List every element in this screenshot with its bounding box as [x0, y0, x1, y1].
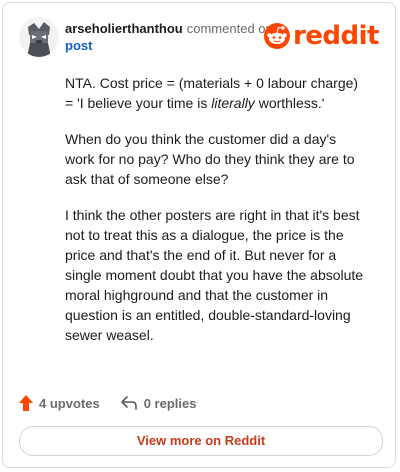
- upvotes-counter[interactable]: 4 upvotes: [19, 395, 100, 411]
- comment-footer: 4 upvotes 0 replies: [19, 392, 216, 414]
- replies-label: 0 replies: [143, 395, 197, 411]
- reddit-logo-icon: [263, 23, 290, 49]
- upvote-arrow-icon: [19, 395, 33, 411]
- comment-paragraph-2: When do you think the customer did a day…: [65, 131, 355, 187]
- paragraph-1-suffix: worthless.': [254, 95, 325, 111]
- comment-embed-card: arseholierthanthou commented on post redd…: [2, 2, 396, 468]
- comment-meta: arseholierthanthou commented on post: [65, 20, 273, 54]
- comment-paragraph-1: NTA. Cost price = (materials + 0 labour …: [65, 73, 365, 113]
- reply-arrow-icon: [120, 396, 137, 410]
- comment-header: arseholierthanthou commented on post redd…: [19, 17, 381, 57]
- reddit-brand[interactable]: reddit: [263, 21, 380, 51]
- post-link[interactable]: post: [65, 37, 273, 54]
- upvotes-label: 4 upvotes: [39, 395, 100, 411]
- emphasis-text: literally: [211, 95, 255, 111]
- comment-body: NTA. Cost price = (materials + 0 labour …: [65, 73, 365, 361]
- user-avatar-icon: [19, 17, 59, 57]
- replies-counter[interactable]: 0 replies: [120, 395, 197, 411]
- username-link[interactable]: arseholierthanthou: [65, 21, 183, 36]
- avatar[interactable]: [19, 17, 59, 57]
- comment-paragraph-3: I think the other posters are right in t…: [65, 207, 364, 343]
- reddit-wordmark: reddit: [292, 21, 380, 51]
- comment-action-text: commented on: [186, 21, 273, 36]
- view-more-button[interactable]: View more on Reddit: [19, 426, 383, 456]
